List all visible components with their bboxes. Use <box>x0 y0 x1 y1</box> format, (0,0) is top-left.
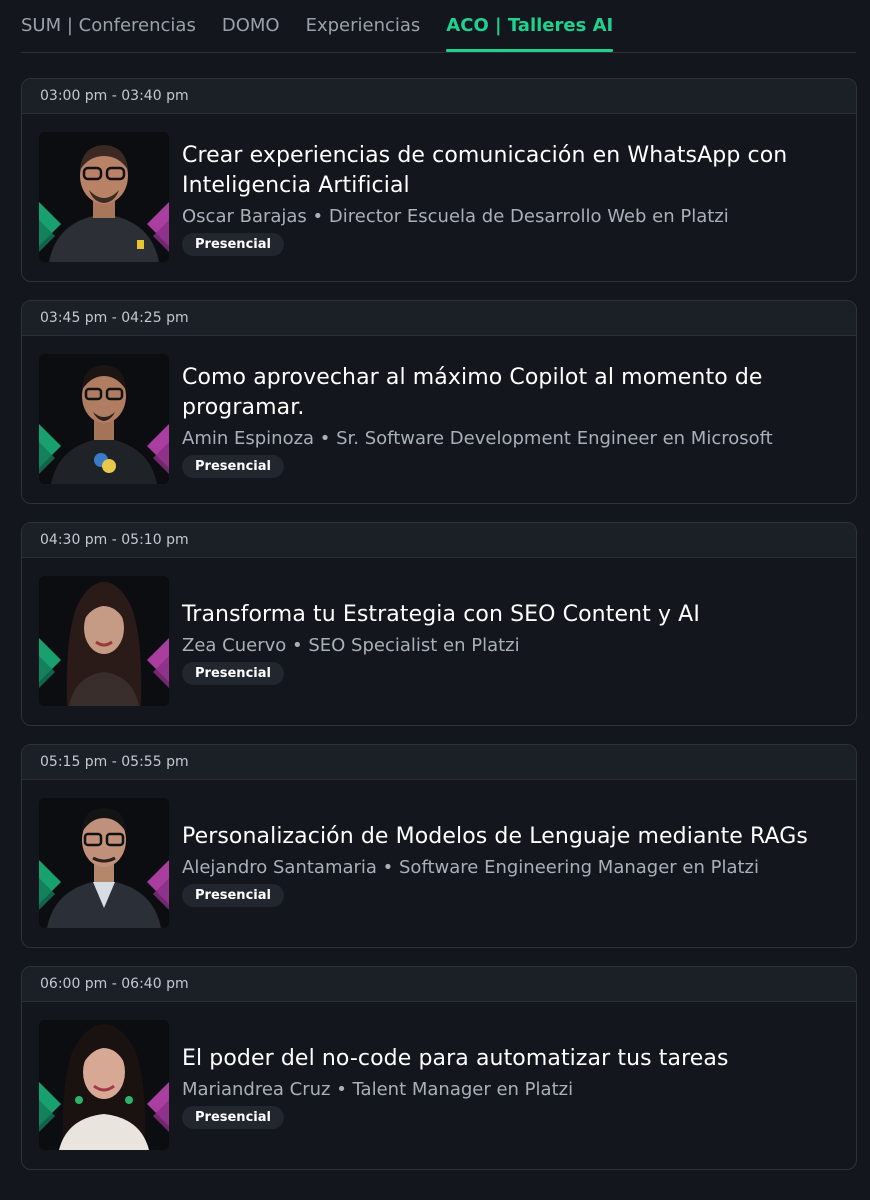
session-time: 03:00 pm - 03:40 pm <box>22 79 856 114</box>
session-time: 05:15 pm - 05:55 pm <box>22 745 856 780</box>
speaker-info: Oscar Barajas • Director Escuela de Desa… <box>182 205 729 227</box>
speaker-info: Zea Cuervo • SEO Specialist en Platzi <box>182 634 520 656</box>
tab-bar: SUM | Conferencias DOMO Experiencias ACO… <box>21 0 856 53</box>
speaker-photo <box>39 1020 169 1150</box>
modality-badge: Presencial <box>182 661 284 685</box>
modality-badge: Presencial <box>182 883 284 907</box>
modality-badge: Presencial <box>182 1105 284 1129</box>
speaker-info: Amin Espinoza • Sr. Software Development… <box>182 427 773 449</box>
speaker-photo <box>39 576 169 706</box>
session-title[interactable]: Transforma tu Estrategia con SEO Content… <box>182 600 826 630</box>
session-card[interactable]: 04:30 pm - 05:10 pm Transforma tu Estrat… <box>21 522 857 726</box>
tab-aco-talleres-ai[interactable]: ACO | Talleres AI <box>446 0 613 52</box>
speaker-photo <box>39 132 169 262</box>
modality-badge: Presencial <box>182 454 284 478</box>
tab-sum-conferencias[interactable]: SUM | Conferencias <box>21 0 196 52</box>
session-title[interactable]: El poder del no-code para automatizar tu… <box>182 1044 826 1074</box>
session-title[interactable]: Personalización de Modelos de Lenguaje m… <box>182 822 826 852</box>
session-title[interactable]: Como aprovechar al máximo Copilot al mom… <box>182 363 826 423</box>
session-time: 04:30 pm - 05:10 pm <box>22 523 856 558</box>
session-card[interactable]: 05:15 pm - 05:55 pm Personalización de M… <box>21 744 857 948</box>
session-time: 03:45 pm - 04:25 pm <box>22 301 856 336</box>
tab-domo[interactable]: DOMO <box>222 0 280 52</box>
session-card[interactable]: 03:00 pm - 03:40 pm Crear experiencias d… <box>21 78 857 282</box>
tab-experiencias[interactable]: Experiencias <box>306 0 421 52</box>
session-card[interactable]: 03:45 pm - 04:25 pm Como aprovechar al m… <box>21 300 857 504</box>
speaker-info: Mariandrea Cruz • Talent Manager en Plat… <box>182 1078 574 1100</box>
speaker-photo <box>39 354 169 484</box>
speaker-info: Alejandro Santamaria • Software Engineer… <box>182 856 760 878</box>
speaker-photo <box>39 798 169 928</box>
modality-badge: Presencial <box>182 232 284 256</box>
session-card[interactable]: 06:00 pm - 06:40 pm El poder del no-code… <box>21 966 857 1170</box>
session-title[interactable]: Crear experiencias de comunicación en Wh… <box>182 141 826 201</box>
session-time: 06:00 pm - 06:40 pm <box>22 967 856 1002</box>
session-list: 03:00 pm - 03:40 pm Crear experiencias d… <box>21 78 857 1188</box>
